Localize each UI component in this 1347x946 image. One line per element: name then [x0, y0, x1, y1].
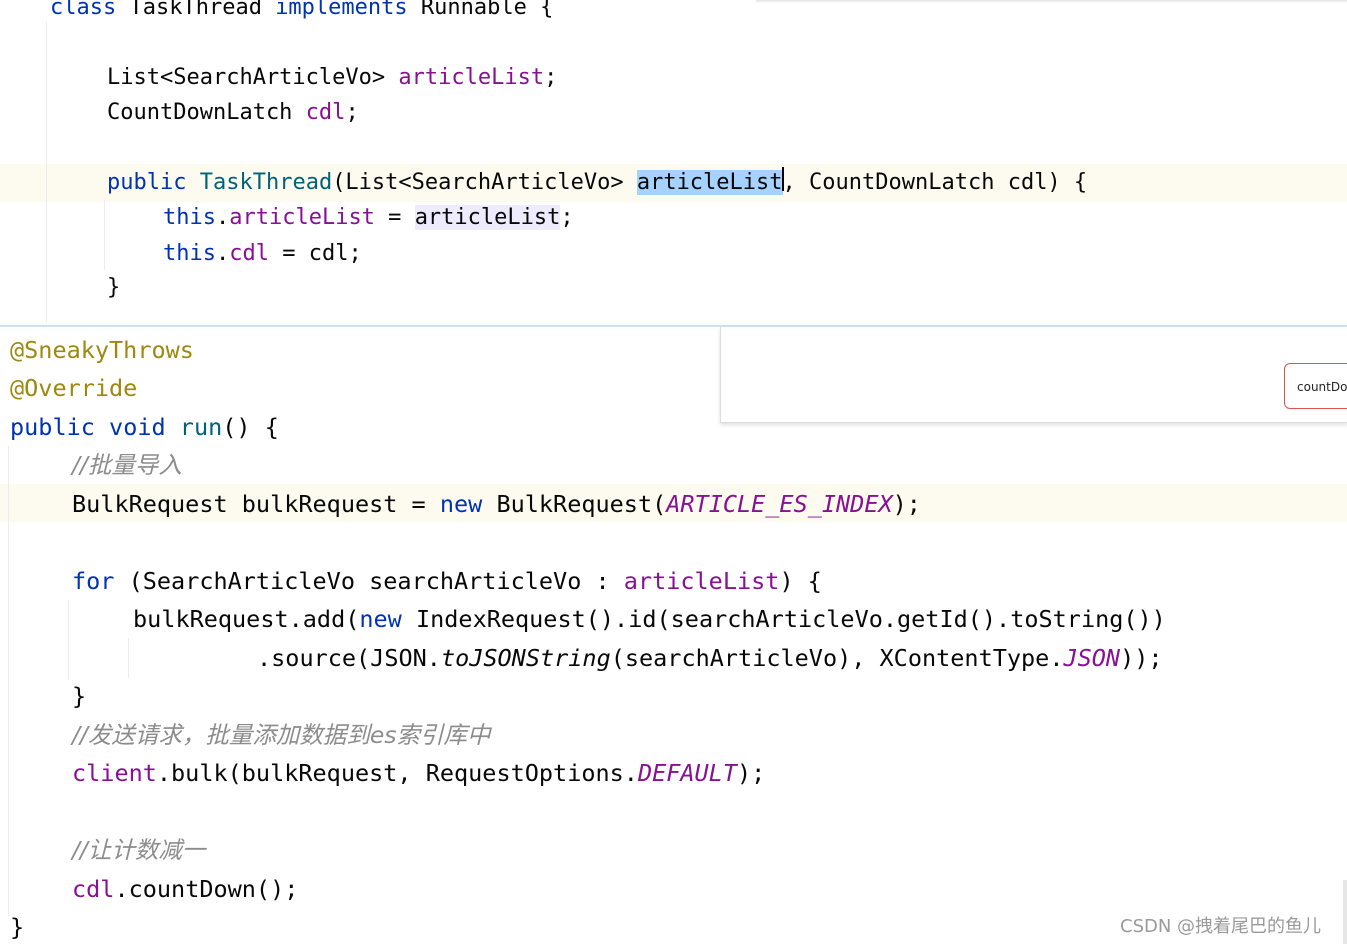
bulk-add-line[interactable]: bulkRequest.add(new IndexRequest().id(se…	[133, 600, 1347, 638]
cdl-countdown-line[interactable]: cdl.countDown();	[72, 870, 1347, 908]
constructor-close-brace: }	[107, 275, 121, 300]
countdown-suggestion-button[interactable]: countDo	[1284, 363, 1347, 409]
client-bulk-line[interactable]: client.bulk(bulkRequest, RequestOptions.…	[72, 754, 1347, 792]
usage-highlight: articleList	[414, 205, 561, 230]
comment-bulk-import: //批量导入	[72, 451, 182, 479]
indent-guide	[8, 446, 9, 916]
indent-guide	[104, 200, 105, 270]
indent-guide	[68, 600, 69, 680]
scrollbar-edge[interactable]	[1343, 880, 1347, 944]
for-close-brace: }	[72, 682, 87, 710]
field-articlelist-line[interactable]: List<SearchArticleVo> articleList;	[107, 59, 1347, 97]
suggestion-popup	[720, 327, 1347, 423]
definition-preview-panel: class TaskThread implements Runnable { L…	[0, 0, 1347, 327]
indent-guide	[128, 638, 129, 678]
bulk-request-line[interactable]: BulkRequest bulkRequest = new BulkReques…	[72, 485, 1347, 523]
indent-guide	[46, 22, 47, 322]
comment-countdown: //让计数减一	[72, 836, 206, 864]
assign-articlelist-line[interactable]: this.articleList = articleList;	[163, 199, 1347, 237]
for-loop-line[interactable]: for (SearchArticleVo searchArticleVo : a…	[72, 562, 1347, 600]
assign-cdl-line[interactable]: this.cdl = cdl;	[163, 235, 1347, 273]
field-cdl-line[interactable]: CountDownLatch cdl;	[107, 94, 1347, 132]
watermark: CSDN @拽着尾巴的鱼儿	[1120, 916, 1322, 937]
comment-send-request: //发送请求，批量添加数据到es索引库中	[72, 721, 491, 749]
class-declaration-line[interactable]: class TaskThread implements Runnable {	[50, 0, 1347, 27]
constructor-signature-line[interactable]: public TaskThread(List<SearchArticleVo> …	[107, 164, 1347, 202]
source-line[interactable]: .source(JSON.toJSONString(searchArticleV…	[257, 639, 1347, 677]
selected-parameter[interactable]: articleList	[636, 170, 783, 195]
